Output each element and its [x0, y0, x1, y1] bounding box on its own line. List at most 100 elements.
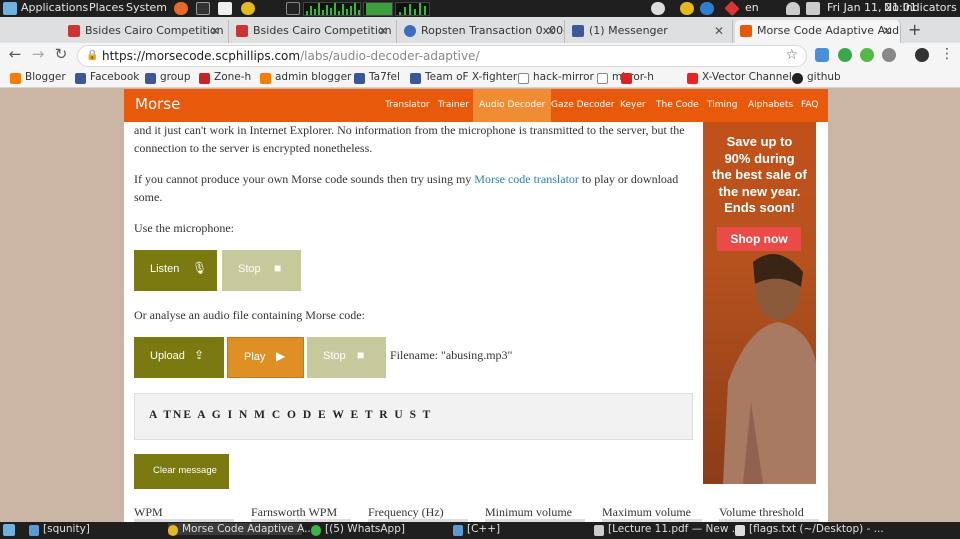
tab-bsides-2[interactable]: Bsides Cairo Competition ✕ — [231, 20, 397, 43]
nav-the-code[interactable]: The Code — [656, 89, 699, 122]
folder-icon — [453, 525, 463, 536]
close-icon[interactable]: ✕ — [714, 20, 724, 42]
github-icon — [792, 73, 803, 84]
ad-shop-now-button[interactable]: Shop now — [717, 227, 801, 251]
chrome-tray-icon[interactable] — [680, 2, 694, 15]
ubuntu-mate-icon[interactable] — [3, 2, 17, 15]
stop-file-button[interactable]: Stop ■ — [307, 337, 386, 378]
bookmark-github[interactable]: github — [792, 71, 841, 84]
task-chrome-morse[interactable]: Morse Code Adaptive A... — [168, 523, 314, 536]
nav-translator[interactable]: Translator — [385, 89, 430, 122]
tab-title: Ropsten Transaction 0x00c — [421, 24, 565, 37]
decoded-message: A TNE A G I N M C O D E W E T R U S T — [149, 409, 433, 421]
brightness-icon[interactable] — [651, 2, 665, 15]
morse-translator-link[interactable]: Morse code translator — [474, 172, 579, 186]
applications-menu[interactable]: Applications — [21, 1, 88, 14]
clear-message-button[interactable]: Clear message — [134, 454, 229, 489]
play-icon: ▶ — [276, 349, 286, 363]
address-bar[interactable]: 🔒 https://morsecode.scphillips.com/labs/… — [77, 45, 807, 67]
task-cpp-folder[interactable]: [C++] — [453, 523, 500, 536]
bookmarks-bar: Blogger Facebook group Zone-h admin blog… — [0, 69, 960, 88]
bookmark-zone-h[interactable]: Zone-h — [199, 71, 251, 84]
page-content: and it just can't work in Internet Explo… — [124, 122, 828, 522]
task-lecture-pdf[interactable]: [Lecture 11.pdf — New ... — [594, 523, 742, 536]
site-navbar: Morse Translator Trainer Audio Decoder G… — [124, 89, 828, 122]
tab-morse[interactable]: Morse Code Adaptive Audi ✕ — [735, 20, 901, 43]
chrome-icon — [168, 525, 178, 536]
forward-icon[interactable]: → — [28, 45, 48, 63]
close-icon[interactable]: ✕ — [210, 20, 220, 42]
bookmark-hack-mirror[interactable]: hack-mirror — [518, 71, 594, 84]
listen-button[interactable]: Listen 🎙 — [134, 250, 217, 291]
notification-icon[interactable] — [724, 0, 740, 17]
places-menu[interactable]: Places — [89, 1, 124, 14]
extension-2-icon[interactable] — [838, 48, 852, 62]
bookmark-x-vector[interactable]: X-Vector Channel — [687, 71, 792, 84]
network-graph — [395, 2, 430, 16]
document-icon[interactable] — [218, 2, 232, 15]
chrome-icon[interactable] — [241, 2, 255, 15]
lock-icon[interactable]: 🔒 — [86, 46, 98, 66]
tab-ropsten[interactable]: Ropsten Transaction 0x00c ✕ — [399, 20, 565, 43]
bookmark-blogger[interactable]: Blogger — [10, 71, 66, 84]
nav-alphabets[interactable]: Alphabets — [748, 89, 793, 122]
tab-title: Bsides Cairo Competition — [253, 24, 392, 37]
nav-trainer[interactable]: Trainer — [438, 89, 469, 122]
nav-keyer[interactable]: Keyer — [620, 89, 646, 122]
play-button[interactable]: Play ▶ — [227, 337, 304, 378]
volume-icon[interactable] — [806, 2, 820, 15]
system-menu[interactable]: System — [126, 1, 167, 14]
bookmark-admin-blogger[interactable]: admin blogger — [260, 71, 351, 84]
profile-avatar[interactable] — [915, 48, 929, 62]
task-whatsapp[interactable]: [(5) WhatsApp] — [311, 523, 405, 536]
tab-messenger[interactable]: (1) Messenger ✕ — [567, 20, 733, 43]
bookmark-ta7fel[interactable]: Ta7fel — [354, 71, 400, 84]
close-icon[interactable]: ✕ — [882, 20, 892, 42]
nav-audio-decoder[interactable]: Audio Decoder — [473, 89, 552, 122]
new-tab-icon[interactable]: + — [908, 20, 921, 39]
folder-icon — [29, 525, 39, 536]
extension-3-icon[interactable] — [860, 48, 874, 62]
facebook-icon — [354, 73, 365, 84]
bookmark-team-x-fighter[interactable]: Team oF X-fighter — [410, 71, 517, 84]
menu-icon[interactable]: ⋮ — [940, 46, 954, 62]
nav-timing[interactable]: Timing — [707, 89, 737, 122]
site-logo[interactable]: Morse — [135, 95, 180, 113]
bookmark-group[interactable]: group — [145, 71, 191, 84]
nav-faq[interactable]: FAQ — [801, 89, 818, 122]
task-flags-txt[interactable]: [flags.txt (~/Desktop) - ... — [735, 523, 884, 536]
extension-1-icon[interactable] — [815, 48, 829, 62]
memory-graph — [363, 2, 393, 16]
url-path: /labs/audio-decoder-adaptive/ — [300, 49, 480, 63]
terminal-icon[interactable] — [196, 2, 210, 15]
settings-col-frequency: Frequency (Hz) — [368, 505, 444, 519]
task-squnity[interactable]: [squnity] — [29, 523, 90, 536]
intro-paragraph: and it just can't work in Internet Explo… — [134, 123, 685, 155]
upload-button[interactable]: Upload ⇪ — [134, 337, 224, 378]
taskbar: [squnity] Morse Code Adaptive A... [(5) … — [0, 522, 960, 539]
settings-col-min-volume: Minimum volume — [485, 505, 572, 519]
navigation-bar: ← → ↻ 🔒 https://morsecode.scphillips.com… — [0, 43, 960, 69]
bookmark-star-icon[interactable]: ☆ — [785, 45, 798, 65]
back-icon[interactable]: ← — [5, 45, 25, 63]
tab-bsides-1[interactable]: Bsides Cairo Competition ✕ — [63, 20, 229, 43]
show-desktop-icon[interactable] — [3, 524, 15, 536]
close-icon[interactable]: ✕ — [378, 20, 388, 42]
site-header: Morse Translator Trainer Audio Decoder G… — [0, 89, 960, 122]
close-icon[interactable]: ✕ — [546, 20, 556, 42]
firefox-icon[interactable] — [174, 2, 188, 15]
advertisement[interactable]: Save up to 90% during the best sale of t… — [703, 122, 816, 484]
stop-listen-button[interactable]: Stop ■ — [222, 250, 301, 291]
keyboard-layout-indicator[interactable]: en — [745, 1, 759, 14]
reload-icon[interactable]: ↻ — [51, 45, 71, 63]
tab-title: Bsides Cairo Competition — [85, 24, 224, 37]
url-host: https://morsecode.scphillips.com — [102, 49, 301, 63]
wifi-icon[interactable] — [786, 2, 800, 15]
bookmark-facebook[interactable]: Facebook — [75, 71, 139, 84]
facebook-icon — [75, 73, 86, 84]
extension-4-icon[interactable] — [882, 48, 896, 62]
nav-gaze-decoder[interactable]: Gaze Decoder — [551, 89, 614, 122]
bluetooth-icon[interactable] — [700, 2, 714, 15]
stop-square-icon: ■ — [357, 348, 365, 362]
stop-square-icon: ■ — [274, 261, 282, 275]
